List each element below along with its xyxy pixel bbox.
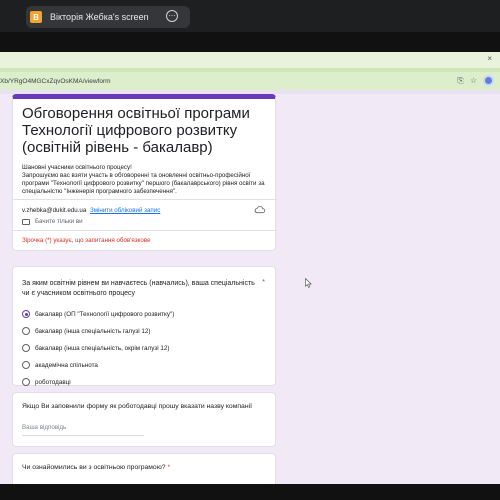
more-options-button[interactable]: ⋯ — [166, 10, 178, 22]
meet-share-bar: В Вікторія Жебка's screen ⋯ — [0, 0, 500, 32]
not-shared-label: Бачите тільки ви — [35, 218, 83, 225]
browser-tab-strip: × — [0, 52, 500, 68]
shared-browser-window: × Xb/YRgO4MGCxZqvOsKMA/viewform ⎘ ☆ Обго… — [0, 52, 500, 500]
radio-button[interactable] — [22, 327, 30, 335]
switch-account-link[interactable]: Змінити обліковий запис — [90, 207, 160, 214]
screen: В Вікторія Жебка's screen ⋯ × Xb/YRgO4MG… — [0, 0, 500, 500]
account-email: v.zhebka@dukit.edu.ua — [22, 207, 87, 214]
radio-option[interactable]: роботодавці — [22, 378, 71, 386]
radio-option-label: бакалавр (інша спеціальність галузі 12) — [35, 327, 151, 335]
header-divider — [13, 199, 277, 200]
question-text: Чи ознайомились ви з освітньою програмою… — [22, 464, 170, 471]
form-title: Обговорення освітньої програми Технологі… — [22, 105, 250, 156]
question-card-level: За яким освітнім рівнем ви навчаєтесь (н… — [12, 266, 276, 386]
cloud-icon — [254, 206, 265, 214]
mouse-cursor-icon — [305, 278, 312, 288]
required-asterisk: * — [262, 279, 265, 286]
account-row: v.zhebka@dukit.edu.ua Змінити обліковий … — [22, 207, 160, 214]
translate-icon[interactable]: ⎘ — [457, 76, 463, 86]
radio-button[interactable] — [22, 378, 30, 386]
radio-option-label: роботодавці — [35, 378, 71, 386]
extension-icon[interactable]: ☆ — [470, 76, 477, 85]
question-text: За яким освітнім рівнем ви навчаєтесь (н… — [22, 280, 255, 297]
close-icon[interactable]: × — [487, 54, 492, 63]
meet-bottom-bar — [0, 484, 500, 500]
form-description: Шановні учасники освітнього процесу! Зап… — [22, 164, 265, 195]
question-text: Якщо Ви заповнили форму як роботодавці п… — [22, 403, 252, 410]
url-text[interactable]: Xb/YRgO4MGCxZqvOsKMA/viewform — [0, 78, 111, 85]
radio-option[interactable]: бакалавр (інша спеціальність галузі 12) — [22, 327, 151, 335]
profile-avatar[interactable] — [483, 75, 494, 86]
radio-button[interactable] — [22, 361, 30, 369]
radio-button-selected[interactable] — [22, 310, 30, 318]
radio-option[interactable]: академічна спільнота — [22, 361, 98, 369]
radio-button[interactable] — [22, 344, 30, 352]
share-title: Вікторія Жебка's screen — [50, 12, 149, 22]
address-bar[interactable]: Xb/YRgO4MGCxZqvOsKMA/viewform ⎘ ☆ — [0, 72, 500, 90]
radio-option-label: бакалавр (інша спеціальність, окрім галу… — [35, 344, 170, 352]
answer-input[interactable]: Ваша відповідь — [22, 422, 144, 436]
header-divider-2 — [13, 230, 277, 231]
presenter-badge: В — [30, 11, 42, 23]
not-shared-icon — [22, 218, 30, 225]
not-shared-row: Бачите тільки ви — [22, 218, 83, 225]
radio-option[interactable]: бакалавр (ОП "Технології цифрового розви… — [22, 310, 174, 318]
radio-option-label: бакалавр (ОП "Технології цифрового розви… — [35, 310, 175, 318]
address-bar-icons: ⎘ ☆ — [457, 75, 494, 86]
question-card-company: Якщо Ви заповнили форму як роботодавці п… — [12, 392, 276, 447]
radio-option-label: академічна спільнота — [35, 361, 98, 369]
form-header-card: Обговорення освітньої програми Технологі… — [12, 94, 277, 251]
required-note: Зірочка (*) указує, що запитання обов'яз… — [22, 237, 151, 244]
required-asterisk: * — [167, 464, 171, 471]
question-label: Чи ознайомились ви з освітньою програмою… — [22, 464, 166, 471]
radio-option[interactable]: бакалавр (інша спеціальність, окрім галу… — [22, 344, 169, 352]
meet-spacer — [0, 32, 500, 52]
